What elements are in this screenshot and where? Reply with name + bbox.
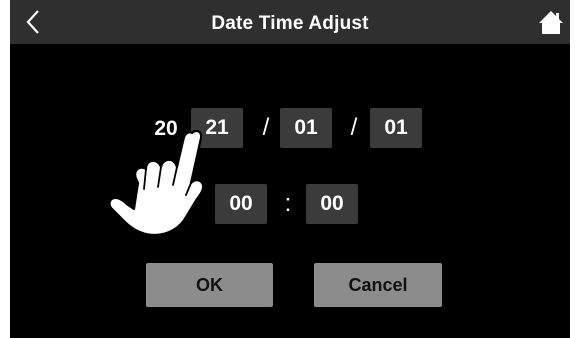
page-title: Date Time Adjust bbox=[211, 13, 369, 34]
year-field[interactable]: 21 bbox=[191, 108, 243, 148]
title-bar: Date Time Adjust bbox=[10, 0, 570, 44]
home-icon bbox=[539, 11, 563, 34]
device-screen: Date Time Adjust 20 21 / 01 / 01 00 : 00… bbox=[10, 0, 570, 338]
cancel-button[interactable]: Cancel bbox=[314, 263, 442, 307]
home-button[interactable] bbox=[536, 8, 566, 36]
day-field[interactable]: 01 bbox=[370, 108, 422, 148]
month-field[interactable]: 01 bbox=[280, 108, 332, 148]
date-separator: / bbox=[262, 114, 270, 141]
year-century: 20 bbox=[154, 117, 178, 140]
date-separator: / bbox=[350, 114, 358, 141]
hour-field[interactable]: 00 bbox=[215, 184, 267, 224]
ok-button[interactable]: OK bbox=[146, 263, 273, 307]
minute-field[interactable]: 00 bbox=[306, 184, 358, 224]
time-separator: : bbox=[284, 190, 292, 217]
